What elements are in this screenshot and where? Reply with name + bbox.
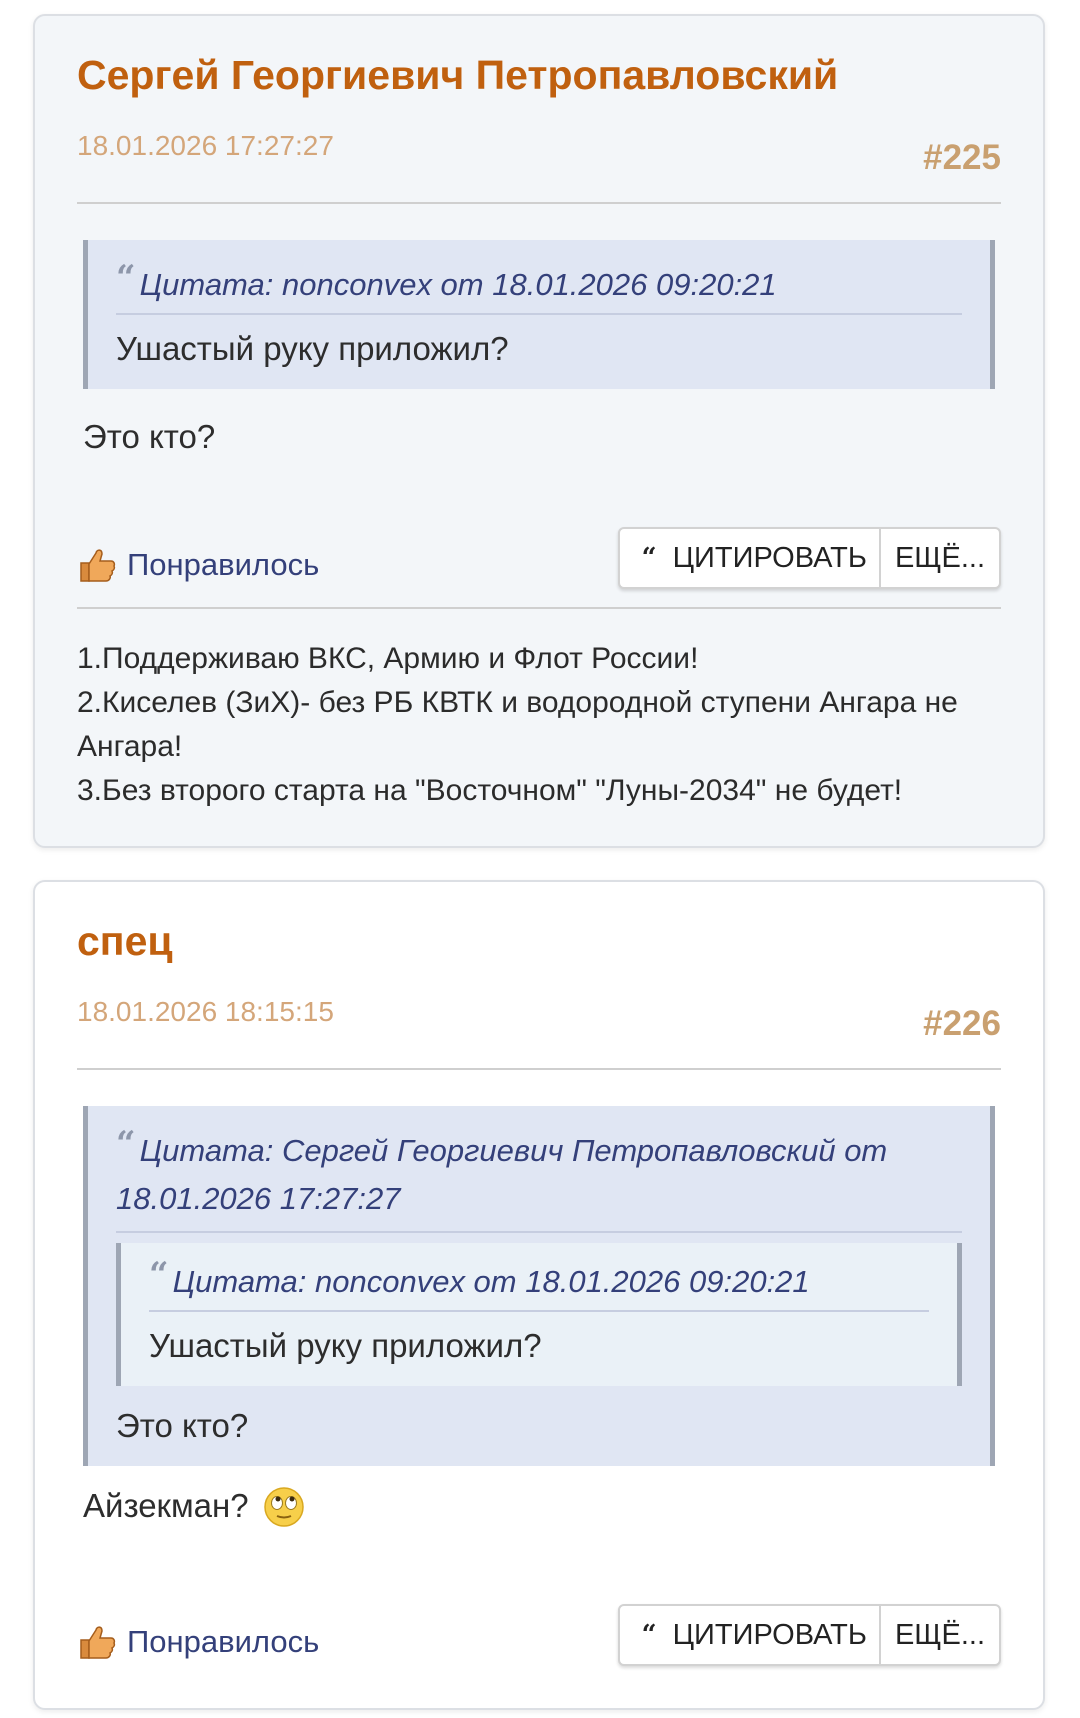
post-number[interactable]: #225: [923, 138, 1001, 178]
quote-mark-icon: “: [641, 543, 657, 573]
thumbs-up-icon: [80, 1626, 116, 1659]
quote-button[interactable]: “ ЦИТИРОВАТЬ: [620, 1606, 881, 1664]
like-label: Понравилось: [127, 547, 320, 582]
quote-header: “Цитата: nonconvex от 18.01.2026 09:20:2…: [116, 254, 962, 315]
quote-button-label: ЦИТИРОВАТЬ: [672, 1618, 867, 1651]
post-date: 18.01.2026 17:27:27: [77, 130, 334, 161]
quote-block: “Цитата: Сергей Георгиевич Петропавловск…: [83, 1106, 995, 1466]
quote-button-label: ЦИТИРОВАТЬ: [672, 541, 867, 574]
post-number[interactable]: #226: [923, 1004, 1001, 1044]
quote-button[interactable]: “ ЦИТИРОВАТЬ: [620, 529, 881, 587]
nested-quote-header: “Цитата: nonconvex от 18.01.2026 09:20:2…: [149, 1251, 929, 1312]
post-225: Сергей Георгиевич Петропавловский 18.01.…: [33, 14, 1045, 848]
like-label: Понравилось: [127, 1624, 320, 1659]
post-actions: Понравилось “ ЦИТИРОВАТЬ ЕЩЁ...: [77, 527, 1001, 609]
page: Сергей Георгиевич Петропавловский 18.01.…: [0, 0, 1080, 1718]
post-actions: Понравилось “ ЦИТИРОВАТЬ ЕЩЁ...: [77, 1604, 1001, 1684]
post-226: спец 18.01.2026 18:15:15 #226 “Цитата: С…: [33, 880, 1045, 1710]
quote-mark-icon: “: [149, 1255, 169, 1295]
quote-mark-icon: “: [116, 258, 136, 298]
post-date: 18.01.2026 18:15:15: [77, 996, 334, 1027]
post-author[interactable]: спец: [77, 916, 1001, 966]
signature-line: Ангара!: [77, 730, 183, 763]
nested-quote-header-text[interactable]: Цитата: nonconvex от 18.01.2026 09:20:21: [173, 1264, 810, 1299]
like-button[interactable]: Понравилось: [77, 545, 319, 585]
quote-body: Это кто?: [116, 1407, 249, 1444]
post-message-text: Айзекман?: [83, 1487, 249, 1524]
post-message: Айзекман?: [83, 1484, 1001, 1604]
quote-header-text[interactable]: Цитата: Сергей Георгиевич Петропавловски…: [140, 1133, 888, 1168]
post-meta: 18.01.2026 17:27:27 #225: [77, 126, 1001, 204]
quote-block: “Цитата: nonconvex от 18.01.2026 09:20:2…: [83, 240, 995, 389]
post-button-group: “ ЦИТИРОВАТЬ ЕЩЁ...: [617, 527, 1001, 589]
quote-body: Ушастый руку приложил?: [116, 330, 509, 367]
quote-mark-icon: “: [641, 1620, 657, 1650]
more-button[interactable]: ЕЩЁ...: [881, 1606, 999, 1664]
signature-line: 3.Без второго старта на "Восточном" "Лун…: [77, 774, 903, 807]
thumbs-up-icon: [80, 549, 116, 582]
nested-quote-body: Ушастый руку приложил?: [149, 1327, 542, 1364]
signature-line: 2.Киселев (ЗиХ)- без РБ КВТК и водородно…: [77, 686, 958, 719]
quote-mark-icon: “: [116, 1124, 136, 1164]
post-message: Это кто?: [83, 418, 216, 455]
post-button-group: “ ЦИТИРОВАТЬ ЕЩЁ...: [617, 1604, 1001, 1666]
rolling-eyes-emoji-icon: [263, 1487, 304, 1527]
post-author[interactable]: Сергей Георгиевич Петропавловский: [77, 50, 1001, 100]
more-button[interactable]: ЕЩЁ...: [881, 529, 999, 587]
like-button[interactable]: Понравилось: [77, 1622, 319, 1662]
signature-line: 1.Поддерживаю ВКС, Армию и Флот России!: [77, 642, 699, 675]
quote-header: “Цитата: Сергей Георгиевич Петропавловск…: [116, 1120, 962, 1233]
signature: 1.Поддерживаю ВКС, Армию и Флот России! …: [77, 637, 1001, 813]
nested-quote-block: “Цитата: nonconvex от 18.01.2026 09:20:2…: [116, 1243, 962, 1386]
quote-header-text[interactable]: Цитата: nonconvex от 18.01.2026 09:20:21: [140, 267, 777, 302]
quote-header-date: 18.01.2026 17:27:27: [116, 1181, 401, 1216]
post-meta: 18.01.2026 18:15:15 #226: [77, 992, 1001, 1070]
